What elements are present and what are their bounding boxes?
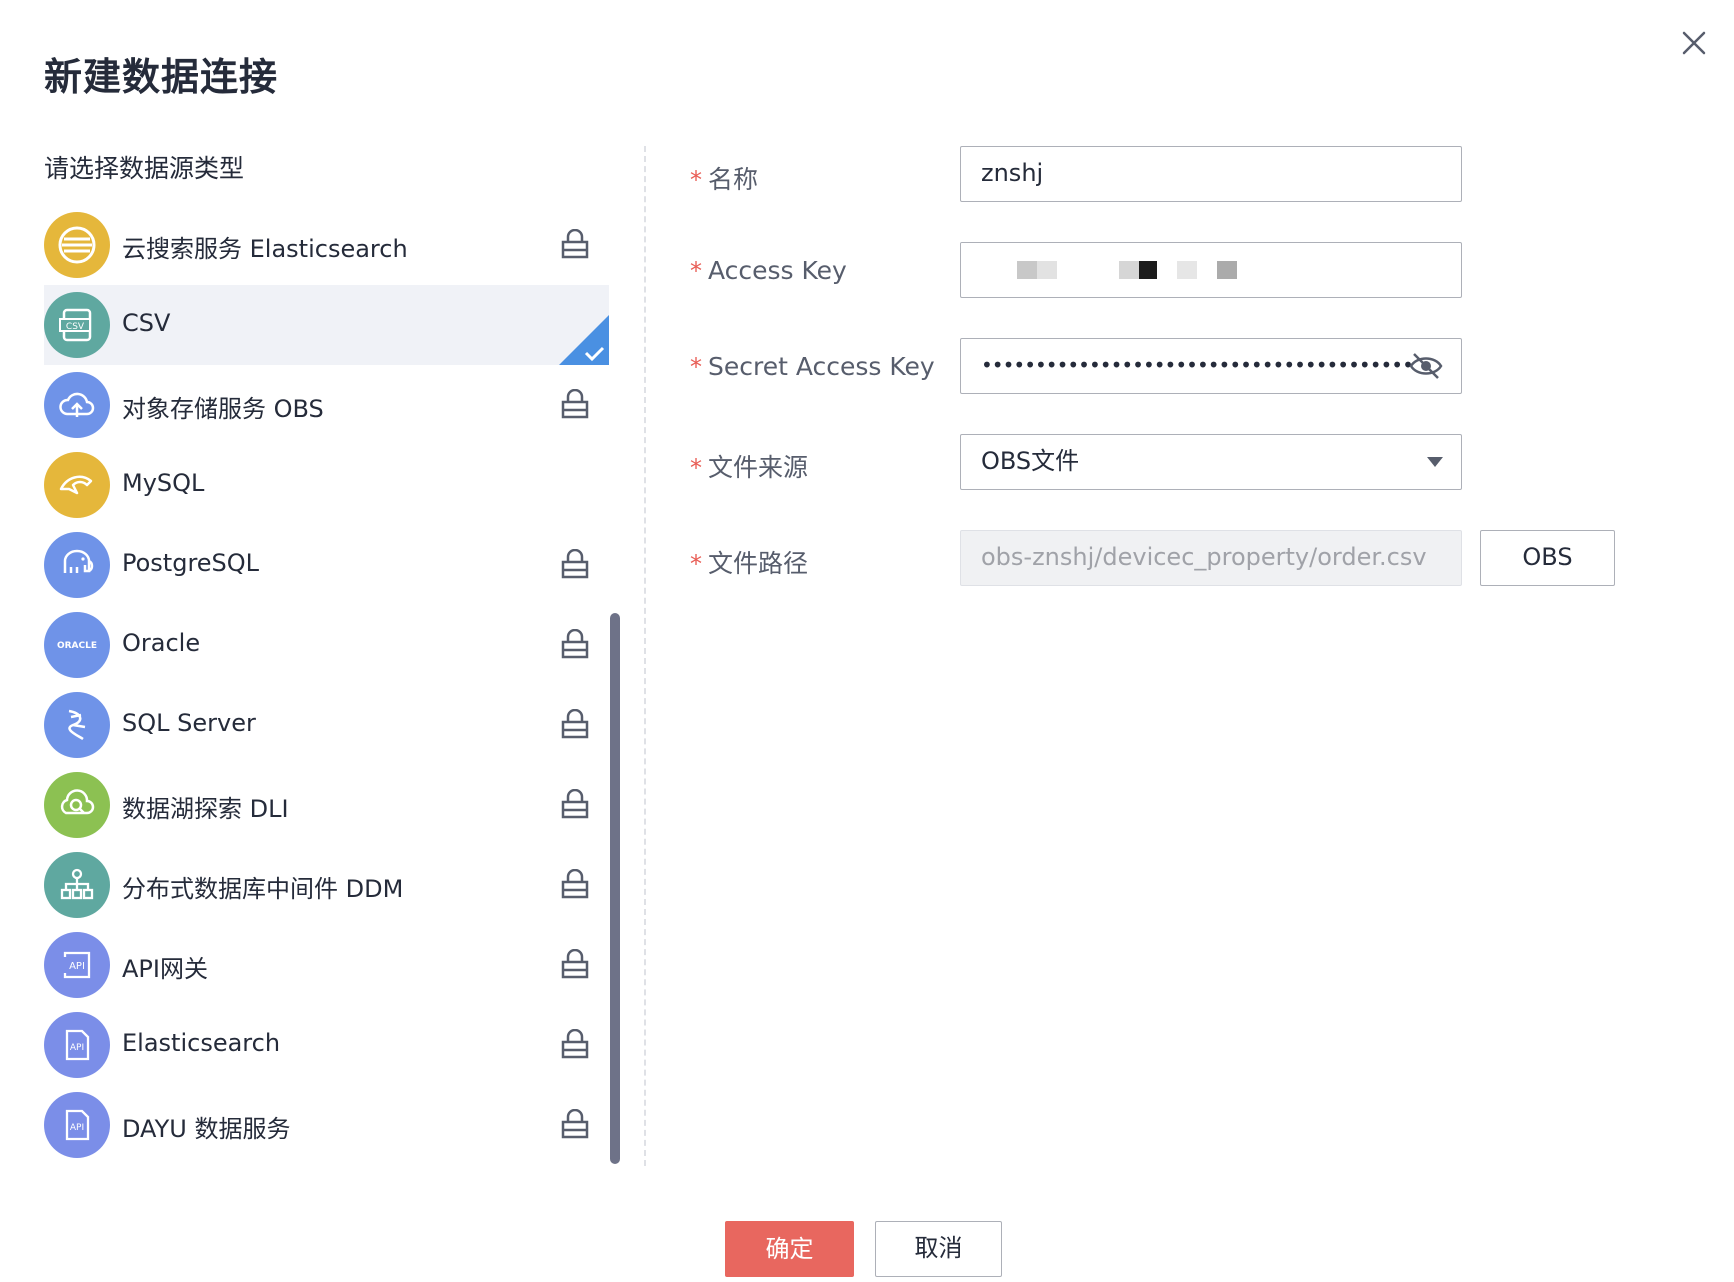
chevron-down-icon <box>1427 457 1443 467</box>
file-source-label: * 文件来源 <box>690 453 809 482</box>
data-lake-icon <box>44 772 110 838</box>
file-path-input: obs-znshj/devicec_property/order.csv <box>960 530 1462 586</box>
datasource-item-sql-server[interactable]: SQL Server <box>44 685 609 765</box>
file-source-value: OBS文件 <box>981 447 1080 475</box>
required-mark: * <box>690 454 702 482</box>
datasource-type-label: 请选择数据源类型 <box>44 154 245 183</box>
required-mark: * <box>690 353 702 381</box>
secret-key-label: * Secret Access Key <box>690 352 935 381</box>
datasource-item-oracle[interactable]: ORACLE Oracle <box>44 605 609 685</box>
datasource-label: SQL Server <box>122 709 256 737</box>
name-input[interactable]: znshj <box>960 146 1462 202</box>
dialog-title: 新建数据连接 <box>44 55 279 99</box>
access-key-label: * Access Key <box>690 256 847 285</box>
csv-icon: CSV <box>44 292 110 358</box>
list-scrollbar[interactable] <box>610 613 620 1164</box>
dolphin-icon <box>44 452 110 518</box>
required-mark: * <box>690 166 702 194</box>
datasource-item-postgresql[interactable]: PostgreSQL <box>44 525 609 605</box>
elephant-icon <box>44 532 110 598</box>
api-icon-text: API <box>69 961 85 972</box>
redacted-value <box>961 243 1461 297</box>
lock-icon <box>561 1109 589 1139</box>
datasource-label: Oracle <box>122 629 201 657</box>
elasticsearch-service-icon <box>44 212 110 278</box>
cloud-upload-icon <box>44 372 110 438</box>
datasource-label: CSV <box>122 309 171 337</box>
sql-server-icon <box>44 692 110 758</box>
datasource-item-mysql[interactable]: MySQL <box>44 445 609 525</box>
datasource-label: DAYU 数据服务 <box>122 1115 291 1143</box>
datasource-item-obs[interactable]: 对象存储服务 OBS <box>44 365 609 445</box>
lock-icon <box>561 549 589 579</box>
api-icon-text: API <box>70 1123 84 1133</box>
scrollbar-thumb[interactable] <box>610 613 620 1164</box>
lock-icon <box>561 229 589 259</box>
name-label: * 名称 <box>690 165 759 194</box>
lock-icon <box>561 1029 589 1059</box>
lock-icon <box>561 789 589 819</box>
oracle-icon: ORACLE <box>44 612 110 678</box>
lock-icon <box>561 389 589 419</box>
datasource-item-cloud-search[interactable]: 云搜索服务 Elasticsearch <box>44 205 609 285</box>
datasource-item-api-gateway[interactable]: API API网关 <box>44 925 609 1005</box>
datasource-item-elasticsearch[interactable]: API Elasticsearch <box>44 1005 609 1085</box>
confirm-button[interactable]: 确定 <box>725 1221 854 1277</box>
lock-icon <box>561 869 589 899</box>
file-source-select[interactable]: OBS文件 <box>960 434 1462 490</box>
secret-key-value: •••••••••••••••••••••••••••••••••••••••• <box>981 353 1414 377</box>
required-mark: * <box>690 257 702 285</box>
form-row-file-source: * 文件来源 OBS文件 <box>690 434 1690 492</box>
datasource-label: 云搜索服务 Elasticsearch <box>122 235 408 263</box>
file-path-label: * 文件路径 <box>690 549 809 578</box>
datasource-item-csv[interactable]: CSV CSV <box>44 285 609 365</box>
oracle-icon-text: ORACLE <box>57 641 97 651</box>
datasource-label: PostgreSQL <box>122 549 260 577</box>
api-gateway-icon: API <box>44 932 110 998</box>
close-icon <box>1682 31 1706 55</box>
required-mark: * <box>690 550 702 578</box>
form-row-access-key: * Access Key <box>690 242 1690 300</box>
access-key-input[interactable] <box>960 242 1462 298</box>
datasource-panel: 请选择数据源类型 云搜索服务 Elasticsearch CSV CSV 对象存… <box>44 140 644 1170</box>
lock-icon <box>561 629 589 659</box>
datasource-item-dayu[interactable]: API DAYU 数据服务 <box>44 1085 609 1165</box>
api-icon-text: API <box>70 1043 84 1053</box>
api-document-icon: API <box>44 1092 110 1158</box>
panel-divider <box>644 146 646 1166</box>
obs-browse-button[interactable]: OBS <box>1480 530 1615 586</box>
form-row-secret-key: * Secret Access Key •••••••••••••••••••••… <box>690 338 1690 396</box>
form-row-file-path: * 文件路径 obs-znshj/devicec_property/order.c… <box>690 530 1690 588</box>
secret-key-input[interactable]: •••••••••••••••••••••••••••••••••••••••• <box>960 338 1462 394</box>
api-document-icon: API <box>44 1012 110 1078</box>
datasource-label: API网关 <box>122 955 208 983</box>
form-row-name: * 名称 znshj <box>690 146 1690 204</box>
datasource-item-dli[interactable]: 数据湖探索 DLI <box>44 765 609 845</box>
datasource-item-ddm[interactable]: 分布式数据库中间件 DDM <box>44 845 609 925</box>
datasource-label: 对象存储服务 OBS <box>122 395 324 423</box>
cancel-button[interactable]: 取消 <box>875 1221 1002 1277</box>
lock-icon <box>561 949 589 979</box>
close-button[interactable] <box>1673 22 1715 64</box>
eye-off-icon[interactable] <box>1409 351 1443 381</box>
datasource-list: 云搜索服务 Elasticsearch CSV CSV 对象存储服务 OBS M… <box>44 205 609 1165</box>
lock-icon <box>561 709 589 739</box>
datasource-label: 分布式数据库中间件 DDM <box>122 875 404 903</box>
datasource-label: Elasticsearch <box>122 1029 281 1057</box>
datasource-label: 数据湖探索 DLI <box>122 795 289 823</box>
selected-check-icon <box>559 315 609 365</box>
csv-icon-text: CSV <box>66 322 85 332</box>
distributed-tree-icon <box>44 852 110 918</box>
datasource-label: MySQL <box>122 469 205 497</box>
